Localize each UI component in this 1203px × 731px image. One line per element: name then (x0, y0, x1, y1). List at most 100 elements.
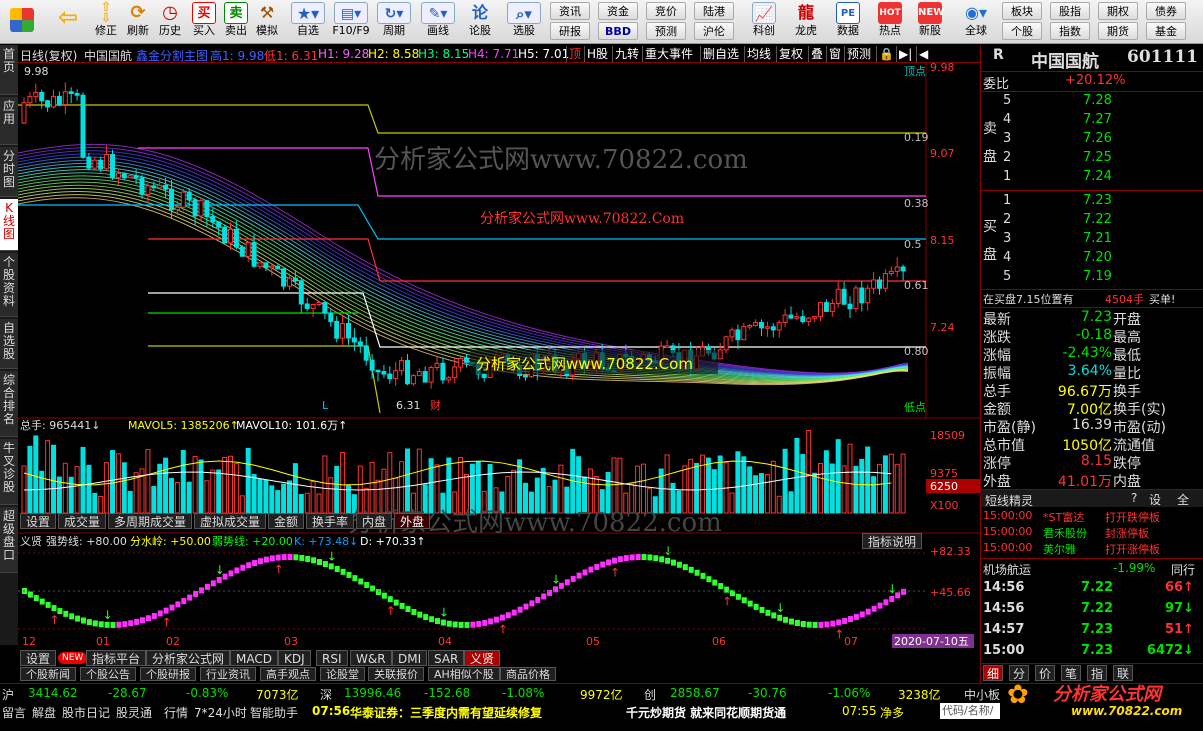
tab-sar[interactable]: SAR (428, 650, 465, 666)
tab-volume[interactable]: 成交量 (58, 513, 107, 529)
ipo-button[interactable]: NEW 新股 (912, 2, 948, 42)
bidding-button[interactable]: 竞价 (646, 2, 686, 20)
tab-turnover[interactable]: 换手率 (306, 513, 355, 529)
stat-row[interactable]: 总市值 1050亿 流通值 (981, 435, 1203, 454)
tab-forum[interactable]: 论股堂 (320, 667, 365, 681)
ask-row[interactable]: 4 7.27 (981, 112, 1203, 130)
tab-remove-watchlist[interactable]: 删自选 (700, 46, 741, 62)
status-message[interactable]: 留言 (2, 704, 26, 721)
tab-apps[interactable]: 应用 (0, 97, 18, 145)
sme-label[interactable]: 中小板 (964, 686, 1000, 703)
bonds-button[interactable]: 债券 (1146, 2, 1186, 20)
tab-top[interactable]: 顶 (566, 46, 583, 62)
stat-row[interactable]: 最新 7.23 开盘 (981, 309, 1203, 328)
tab-adjust[interactable]: 复权 (776, 46, 805, 62)
tab-inner[interactable]: 内盘 (356, 513, 393, 529)
tab-expert-views[interactable]: 高手观点 (260, 667, 316, 681)
tab-ah-similar[interactable]: AH相似个股 (428, 667, 500, 681)
fix-button[interactable]: ⇧ ⇩ 修正 (90, 1, 122, 42)
forecast-button[interactable]: 预测 (646, 22, 686, 40)
stat-row[interactable]: 涨幅 -2.43% 最低 (981, 345, 1203, 364)
sector-peers-button[interactable]: 同行 (1171, 561, 1195, 578)
tab-forecast[interactable]: 预测 (844, 46, 873, 62)
tab-commodity-prices[interactable]: 商品价格 (500, 667, 556, 681)
tab-indicator-settings[interactable]: 设置 (20, 650, 57, 666)
tab-yixian[interactable]: 义贤 (464, 650, 501, 666)
select-stock-button[interactable]: ⌕▾ 选股 (504, 2, 544, 42)
ad-text[interactable]: 千元炒期货 就来同花顺期货通 (626, 704, 786, 721)
tab-home[interactable]: 首页 (0, 45, 18, 95)
status-quotes[interactable]: 行情 (164, 704, 188, 721)
tab-indicator-platform[interactable]: 指标平台 (86, 650, 147, 666)
settings-button[interactable]: 设 (1149, 491, 1161, 508)
status-guling[interactable]: 股灵通 (116, 704, 152, 721)
simulate-button[interactable]: ⚒ 模拟 (252, 2, 282, 42)
tab-formula-site[interactable]: 分析家公式网 (146, 650, 231, 666)
tab-industry-news[interactable]: 行业资讯 (200, 667, 256, 681)
tab-overlay[interactable]: 叠 (808, 46, 825, 62)
short-line-item[interactable]: 15:00:00 美尔雅 打开涨停板 (981, 541, 1203, 559)
history-button[interactable]: ◷ 历史 (154, 2, 186, 42)
news-headline-2[interactable]: 净多 (880, 704, 904, 721)
tab-ma[interactable]: 均线 (744, 46, 773, 62)
stat-row[interactable]: 外盘 41.01万 内盘 (981, 471, 1203, 490)
draw-button[interactable]: ✎▾ 画线 (418, 2, 458, 42)
tick-row[interactable]: 14:56 7.22 66↑ (981, 580, 1203, 598)
period-button[interactable]: ↻▾ 周期 (374, 2, 414, 42)
hotspot-button[interactable]: HOT 热点 (872, 2, 908, 42)
star-market-button[interactable]: 📈 科创 (746, 2, 782, 42)
bbd-button[interactable]: BBD (598, 22, 638, 40)
indicator-name[interactable]: 义贤 (20, 535, 42, 548)
tab-detail[interactable]: 细 (983, 665, 1004, 681)
status-assistant[interactable]: 智能助手 (250, 704, 298, 721)
sector-row[interactable]: 机场航运 -1.99% 同行 (981, 558, 1203, 578)
discuss-button[interactable]: 论 论股 (462, 2, 498, 42)
bid-row[interactable]: 4 7.20 (981, 250, 1203, 268)
tab-super-order[interactable]: 超级盘口 (0, 507, 18, 573)
main-indicator-name[interactable]: 鑫金分割主图 (136, 47, 208, 64)
tab-rsi[interactable]: RSI (316, 650, 348, 666)
tab-stock-research[interactable]: 个股研报 (140, 667, 196, 681)
bid-row[interactable]: 5 7.19 (981, 269, 1203, 287)
tab-ranking[interactable]: 综合排名 (0, 371, 18, 437)
news-headline[interactable]: 华泰证券：三季度内需有望延续修复 (350, 704, 542, 721)
tab-stock-announcements[interactable]: 个股公告 (80, 667, 136, 681)
tab-intraday[interactable]: 分时图 (0, 147, 18, 197)
tick-row[interactable]: 14:56 7.22 97↓ (981, 601, 1203, 619)
bid-row[interactable]: 3 7.21 (981, 231, 1203, 249)
tab-wr[interactable]: W&R (350, 650, 392, 666)
f10-button[interactable]: ▤▾ F10/F9 (330, 2, 372, 42)
chart-period-title[interactable]: 日线(复权) (20, 47, 77, 64)
tab-kline[interactable]: K线图 (0, 199, 18, 251)
kline-chart-area[interactable]: ↑ ↓↑↓ ↑↓↑ ↓↑↓ ↑↓↑ ↓↑↓ 9.98 9.07 8.15 7.24 顶点 … (18, 63, 980, 648)
code-search-input[interactable]: 代码/名称/ (940, 703, 1000, 719)
tab-watchlist[interactable]: 自选股 (0, 319, 18, 369)
back-button[interactable]: ⇦ (52, 2, 84, 42)
news-button[interactable]: 资讯 (550, 2, 590, 20)
bid-row[interactable]: 2 7.22 (981, 212, 1203, 230)
lock-icon[interactable]: 🔒 (876, 46, 896, 62)
tab-outer[interactable]: 外盘 (394, 513, 431, 529)
ask-row[interactable]: 5 7.28 (981, 93, 1203, 111)
tab-virtual-volume[interactable]: 虚拟成交量 (194, 513, 267, 529)
index-button[interactable]: 指数 (1050, 22, 1090, 40)
sector-button[interactable]: 板块 (1002, 2, 1042, 20)
tick-row[interactable]: 15:00 7.23 6472↓ (981, 643, 1203, 661)
tick-row[interactable]: 14:57 7.23 51↑ (981, 622, 1203, 640)
stat-row[interactable]: 金额 7.00亿 换手(实) (981, 399, 1203, 418)
options-button[interactable]: 期权 (1098, 2, 1138, 20)
global-button[interactable]: ◉▾ 全球 (956, 2, 996, 42)
tab-macd[interactable]: MACD (230, 650, 278, 666)
tab-kdj[interactable]: KDJ (278, 650, 311, 666)
tab-multi-period-volume[interactable]: 多周期成交量 (108, 513, 193, 529)
dragon-tiger-button[interactable]: 龍 龙虎 (788, 2, 824, 42)
stat-row[interactable]: 涨跌 -0.18 最高 (981, 327, 1203, 346)
status-24h[interactable]: 7*24小时 (194, 704, 247, 721)
play-next-icon[interactable]: ▶| (896, 46, 914, 62)
tab-diagnosis[interactable]: 牛叉诊股 (0, 439, 18, 505)
index-futures-button[interactable]: 股指 (1050, 2, 1090, 20)
tab-window[interactable]: 窗 (826, 46, 843, 62)
futures-button[interactable]: 期货 (1098, 22, 1138, 40)
bid-row[interactable]: 1 7.23 (981, 193, 1203, 211)
tab-related-quotes[interactable]: 关联报价 (368, 667, 424, 681)
